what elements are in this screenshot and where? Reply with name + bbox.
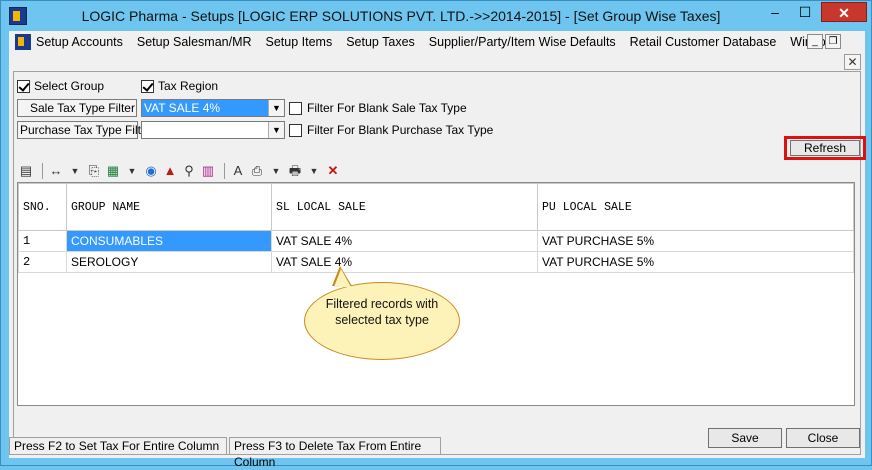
refresh-highlight: Refresh	[784, 136, 866, 160]
chevron-down-icon[interactable]: ▼	[67, 162, 83, 180]
chevron-down-icon[interactable]: ▼	[306, 162, 322, 180]
mdi-restore-icon[interactable]: ❐	[825, 34, 841, 49]
arrow-up-icon[interactable]: ▲	[162, 162, 178, 180]
font-icon[interactable]: A	[230, 162, 246, 180]
table-row[interactable]: 2 SEROLOGY VAT SALE 4% VAT PURCHASE 5%	[18, 251, 854, 273]
copy-icon[interactable]: ⎘	[86, 162, 102, 180]
sale-filter-label: Sale Tax Type Filter	[17, 99, 137, 117]
chevron-down-icon[interactable]: ▼	[268, 100, 284, 116]
delete-icon[interactable]: ✕	[325, 162, 341, 180]
tax-region-check-icon[interactable]	[141, 79, 154, 93]
chevron-down-icon[interactable]: ▼	[268, 122, 284, 138]
column-header-group[interactable]: GROUP NAME	[66, 183, 272, 231]
window-title: LOGIC Pharma - Setups [LOGIC ERP SOLUTIO…	[81, 8, 721, 24]
title-bar[interactable]: LOGIC Pharma - Setups [LOGIC ERP SOLUTIO…	[1, 1, 871, 31]
grid-layout-icon[interactable]: ▤	[18, 162, 34, 180]
menu-setup-items[interactable]: Setup Items	[266, 35, 333, 49]
cell-sno[interactable]: 2	[18, 251, 67, 273]
window-minimize-button[interactable]: –	[761, 2, 789, 22]
menu-retail-customer[interactable]: Retail Customer Database	[630, 35, 777, 49]
bar-chart-icon[interactable]: ▥	[200, 162, 216, 180]
blank-sale-label: Filter For Blank Sale Tax Type	[307, 101, 467, 115]
excel-icon[interactable]: ▦	[105, 162, 121, 180]
sale-filter-value: VAT SALE 4%	[142, 100, 268, 116]
table-row[interactable]: 1 CONSUMABLES VAT SALE 4% VAT PURCHASE 5…	[18, 230, 854, 252]
menu-setup-taxes[interactable]: Setup Taxes	[346, 35, 415, 49]
annotation-callout: Filtered records with selected tax type	[304, 282, 460, 360]
column-header-sl-local[interactable]: SL LOCAL SALE	[271, 183, 538, 231]
form-pane: Select Group Tax Region Sale Tax Type Fi…	[13, 71, 866, 455]
mdi-child-icon[interactable]	[15, 34, 31, 50]
purchase-filter-label: Purchase Tax Type Filter	[17, 121, 152, 139]
select-group-label: Select Group	[34, 79, 105, 93]
callout-tail-inner	[334, 269, 351, 287]
cell-group[interactable]: CONSUMABLES	[66, 230, 272, 252]
status-f2-hint: Press F2 to Set Tax For Entire Column	[9, 437, 227, 455]
browser-icon[interactable]: ◉	[143, 162, 159, 180]
mdi-minimize-icon[interactable]: _	[807, 34, 823, 49]
blank-purchase-check-icon[interactable]	[289, 123, 302, 137]
cell-sl-local[interactable]: VAT SALE 4%	[271, 230, 538, 252]
cell-sno[interactable]: 1	[18, 230, 67, 252]
column-header-pu-local[interactable]: PU LOCAL SALE	[537, 183, 854, 231]
purchase-filter-value	[142, 122, 268, 138]
taxes-table: SNO. GROUP NAME SL LOCAL SALE PU LOCAL S…	[18, 183, 854, 273]
client-area: ✕ Select Group Tax Region Sale Tax Type …	[9, 53, 866, 469]
blank-purchase-checkbox[interactable]: Filter For Blank Purchase Tax Type	[289, 123, 493, 137]
menu-defaults[interactable]: Supplier/Party/Item Wise Defaults	[429, 35, 616, 49]
printer-icon[interactable]: 🖶	[287, 162, 303, 180]
refresh-button[interactable]: Refresh	[790, 140, 860, 156]
tax-region-label: Tax Region	[158, 79, 219, 93]
menu-setup-accounts[interactable]: Setup Accounts	[36, 35, 123, 49]
chevron-down-icon[interactable]: ▼	[124, 162, 140, 180]
cell-pu-local[interactable]: VAT PURCHASE 5%	[537, 230, 854, 252]
select-group-checkbox[interactable]: Select Group	[17, 79, 104, 93]
window-close-button[interactable]: ✕	[821, 2, 867, 22]
app-window: LOGIC Pharma - Setups [LOGIC ERP SOLUTIO…	[0, 0, 872, 469]
menu-bar: Setup Accounts Setup Salesman/MR Setup I…	[9, 31, 865, 53]
window-maximize-button[interactable]: ☐	[791, 2, 819, 22]
cell-sl-local[interactable]: VAT SALE 4%	[271, 251, 538, 273]
print-preview-icon[interactable]: ⎙	[249, 162, 265, 180]
blank-sale-check-icon[interactable]	[289, 101, 302, 115]
child-close-icon[interactable]: ✕	[844, 54, 861, 70]
menu-setup-salesman[interactable]: Setup Salesman/MR	[137, 35, 252, 49]
cell-pu-local[interactable]: VAT PURCHASE 5%	[537, 251, 854, 273]
sale-filter-dropdown[interactable]: VAT SALE 4% ▼	[141, 99, 285, 117]
blank-sale-checkbox[interactable]: Filter For Blank Sale Tax Type	[289, 101, 467, 115]
column-header-sno[interactable]: SNO.	[18, 183, 67, 231]
toolbar-separator	[42, 163, 43, 179]
grid-toolbar: ▤ ↔ ▼ ⎘ ▦ ▼ ◉ ▲ ⚲ ▥ A ⎙ ▼ 🖶 ▼ ✕	[18, 160, 858, 182]
callout-text: Filtered records with selected tax type	[325, 297, 439, 327]
blank-purchase-label: Filter For Blank Purchase Tax Type	[307, 123, 494, 137]
cell-group[interactable]: SEROLOGY	[66, 251, 272, 273]
status-f3-hint: Press F3 to Delete Tax From Entire Colum…	[229, 437, 441, 469]
column-width-icon[interactable]: ↔	[48, 162, 64, 180]
chevron-down-icon[interactable]: ▼	[268, 162, 284, 180]
purchase-filter-dropdown[interactable]: ▼	[141, 121, 285, 139]
status-bar: Press F2 to Set Tax For Entire Column Pr…	[9, 437, 865, 469]
toolbar-separator	[224, 163, 225, 179]
select-group-check-icon[interactable]	[17, 79, 30, 93]
tax-region-checkbox[interactable]: Tax Region	[141, 79, 218, 93]
binoculars-icon[interactable]: ⚲	[181, 162, 197, 180]
